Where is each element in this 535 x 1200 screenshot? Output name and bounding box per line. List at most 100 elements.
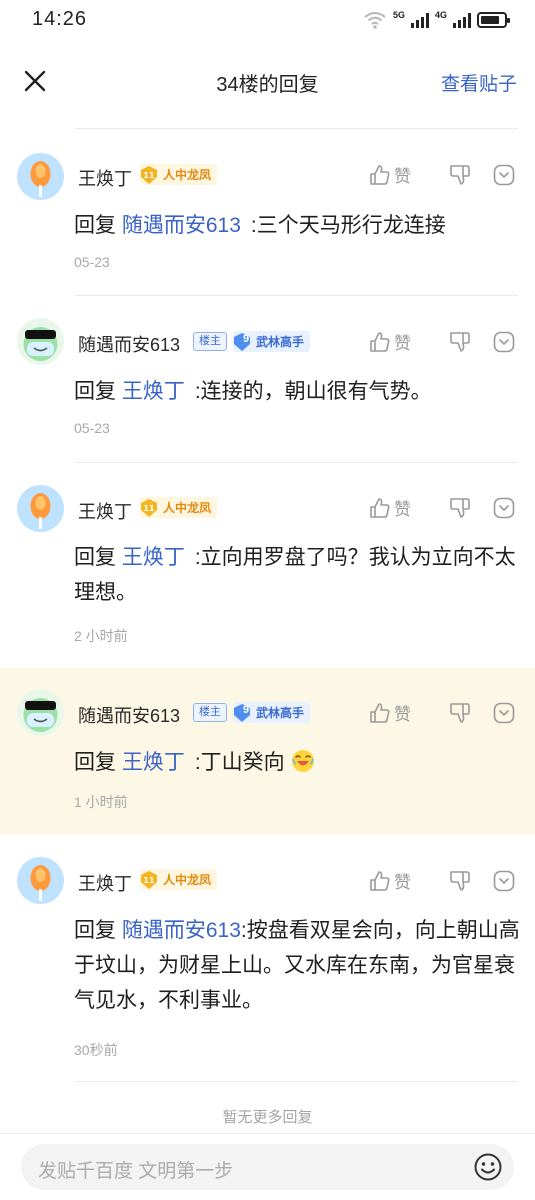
username[interactable]: 随遇而安613 (78, 702, 180, 728)
dislike-button[interactable] (429, 497, 491, 519)
honor-badge-label: 人中龙凤 (163, 168, 212, 182)
reply-actions: 赞 (369, 329, 515, 354)
like-button[interactable]: 赞 (369, 329, 429, 354)
composer-bar: 发贴千百度 文明第一步 (0, 1133, 535, 1200)
level-number: 9 (242, 333, 250, 345)
thumb-down-icon (450, 331, 470, 352)
honor-badge-label: 人中龙凤 (163, 501, 212, 515)
network-4g-label: 4G (434, 10, 447, 20)
divider (75, 462, 518, 463)
chevron-down-icon (493, 870, 515, 891)
dislike-button[interactable] (429, 164, 491, 186)
reply-time: 05-23 (74, 420, 110, 436)
reply-content: 回复 随遇而安613 :三个天马形行龙连接 (74, 208, 524, 243)
more-button[interactable] (491, 331, 515, 353)
thumb-up-icon (370, 870, 390, 891)
reply-item-highlighted: 随遇而安613 楼主 武林高手 9 赞 回复 王焕丁:丁山癸向 1 小时前 (0, 668, 535, 835)
divider (75, 1081, 518, 1082)
reply-time: 2 小时前 (74, 628, 128, 644)
svg-text:11: 11 (143, 171, 155, 180)
chevron-down-icon (493, 702, 515, 723)
more-button[interactable] (491, 164, 515, 186)
reply-prefix: 回复 (74, 380, 116, 403)
like-button[interactable]: 赞 (369, 162, 429, 187)
like-label: 赞 (394, 167, 411, 186)
reply-content: 回复 王焕丁 :丁山癸向 (74, 745, 524, 780)
view-post-link[interactable]: 查看贴子 (441, 69, 517, 96)
avatar[interactable] (17, 318, 64, 365)
like-label: 赞 (394, 500, 411, 519)
dislike-button[interactable] (429, 331, 491, 353)
more-button[interactable] (491, 870, 515, 892)
more-button[interactable] (491, 497, 515, 519)
status-bar: 14:26 5G 4G (0, 0, 535, 40)
thumb-up-icon (370, 331, 390, 352)
honor-badge: 11 人中龙凤 (140, 869, 218, 890)
reply-input[interactable]: 发贴千百度 文明第一步 (21, 1144, 514, 1190)
dislike-button[interactable] (429, 702, 491, 724)
reply-prefix: 回复 (74, 546, 116, 569)
user-badges: 11 人中龙凤 (140, 869, 218, 890)
reply-text: :丁山癸向 (194, 751, 285, 774)
mention-link[interactable]: 王焕丁 (122, 380, 185, 403)
wifi-icon (364, 11, 386, 29)
medal-icon: 11 (141, 498, 157, 517)
like-button[interactable]: 赞 (369, 700, 429, 725)
divider (75, 295, 518, 296)
reply-prefix: 回复 (74, 214, 116, 237)
username[interactable]: 随遇而安613 (78, 331, 180, 357)
reply-text: :连接的，朝山很有气势。 (194, 380, 432, 403)
mention-link[interactable]: 随遇而安613 (122, 214, 241, 237)
avatar[interactable] (17, 857, 64, 904)
level-title: 武林高手 (256, 335, 305, 349)
svg-text:11: 11 (143, 876, 155, 885)
mention-link[interactable]: 随遇而安613 (122, 919, 241, 942)
reply-time: 1 小时前 (74, 794, 128, 810)
reply-time: 05-23 (74, 254, 110, 270)
honor-badge: 11 人中龙凤 (140, 164, 218, 185)
like-label: 赞 (394, 873, 411, 892)
avatar[interactable] (17, 485, 64, 532)
owner-badge: 楼主 (193, 332, 227, 351)
chevron-down-icon (493, 497, 515, 518)
medal-icon: 11 (141, 165, 157, 184)
thumb-up-icon (370, 164, 390, 185)
username[interactable]: 王焕丁 (78, 498, 132, 524)
like-button[interactable]: 赞 (369, 868, 429, 893)
emoji-icon[interactable] (473, 1152, 503, 1182)
reply-content: 回复 王焕丁 :连接的，朝山很有气势。 (74, 374, 524, 409)
reply-actions: 赞 (369, 868, 515, 893)
signal-4g-icon (453, 12, 471, 28)
chevron-down-icon (493, 164, 515, 185)
like-label: 赞 (394, 705, 411, 724)
battery-level (481, 16, 499, 24)
like-button[interactable]: 赞 (369, 495, 429, 520)
honor-badge: 11 人中龙凤 (140, 497, 218, 518)
dislike-button[interactable] (429, 870, 491, 892)
reply-list: 王焕丁 11 人中龙凤 赞 回复 随遇而安613 :三个天马形行龙连接 05-23 (0, 128, 535, 1082)
reply-prefix: 回复 (74, 751, 116, 774)
network-5g-label: 5G (392, 10, 405, 20)
reply-text: :三个天马形行龙连接 (250, 214, 446, 237)
avatar[interactable] (17, 153, 64, 200)
chevron-down-icon (493, 331, 515, 352)
thumb-down-icon (450, 497, 470, 518)
avatar[interactable] (17, 689, 64, 736)
thumb-down-icon (450, 702, 470, 723)
username[interactable]: 王焕丁 (78, 165, 132, 191)
honor-badge-label: 人中龙凤 (163, 873, 212, 887)
mention-link[interactable]: 王焕丁 (122, 546, 185, 569)
reply-content: 回复 随遇而安613:按盘看双星会向，向上朝山高于坟山，为财星上山。又水库在东南… (74, 913, 524, 1018)
more-button[interactable] (491, 702, 515, 724)
reply-item: 王焕丁 11 人中龙凤 赞 回复 随遇而安613 :三个天马形行龙连接 05-23 (0, 128, 535, 295)
username[interactable]: 王焕丁 (78, 870, 132, 896)
owner-badge: 楼主 (193, 703, 227, 722)
reply-content: 回复 王焕丁:立向用罗盘了吗？我认为立向不太理想。 (74, 540, 524, 610)
signal-5g-icon (410, 12, 429, 28)
no-more-replies: 暂无更多回复 (222, 1109, 313, 1126)
laughing-emoji-icon (291, 750, 314, 772)
reply-item: 王焕丁 11 人中龙凤 赞 回复 王焕丁:立向用罗盘了吗？我认为立向不太理想。 … (0, 462, 535, 668)
mention-link[interactable]: 王焕丁 (122, 751, 185, 774)
svg-text:11: 11 (143, 504, 155, 513)
user-badges: 11 人中龙凤 (140, 497, 218, 518)
